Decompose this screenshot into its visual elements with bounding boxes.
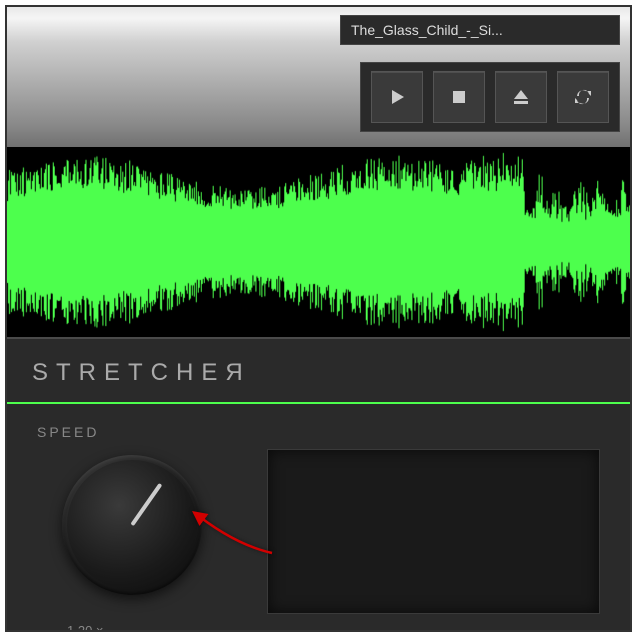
waveform-canvas bbox=[7, 147, 630, 337]
speed-label: SPEED bbox=[37, 424, 237, 440]
loop-icon bbox=[573, 87, 593, 107]
app-window: The_Glass_Child_-_Si... STRETCHEЯ SPEED bbox=[5, 5, 632, 632]
speed-knob[interactable] bbox=[62, 455, 202, 595]
controls-row: SPEED 1.20 × bbox=[7, 404, 630, 632]
play-button[interactable] bbox=[371, 71, 423, 123]
output-display bbox=[267, 449, 600, 614]
stretcher-panel: STRETCHEЯ SPEED 1.20 × bbox=[7, 337, 630, 632]
knob-indicator bbox=[130, 483, 162, 526]
loop-button[interactable] bbox=[557, 71, 609, 123]
stop-icon bbox=[449, 87, 469, 107]
filename-display: The_Glass_Child_-_Si... bbox=[340, 15, 620, 45]
speed-knob-container bbox=[62, 455, 212, 605]
panel-title: STRETCHEЯ bbox=[7, 339, 630, 402]
speed-section: SPEED 1.20 × bbox=[37, 424, 237, 632]
eject-icon bbox=[511, 87, 531, 107]
stop-button[interactable] bbox=[433, 71, 485, 123]
transport-controls bbox=[360, 62, 620, 132]
speed-value-display: 1.20 × bbox=[67, 623, 237, 632]
waveform-display[interactable] bbox=[7, 147, 630, 337]
header-area: The_Glass_Child_-_Si... bbox=[7, 7, 630, 147]
play-icon bbox=[387, 87, 407, 107]
eject-button[interactable] bbox=[495, 71, 547, 123]
